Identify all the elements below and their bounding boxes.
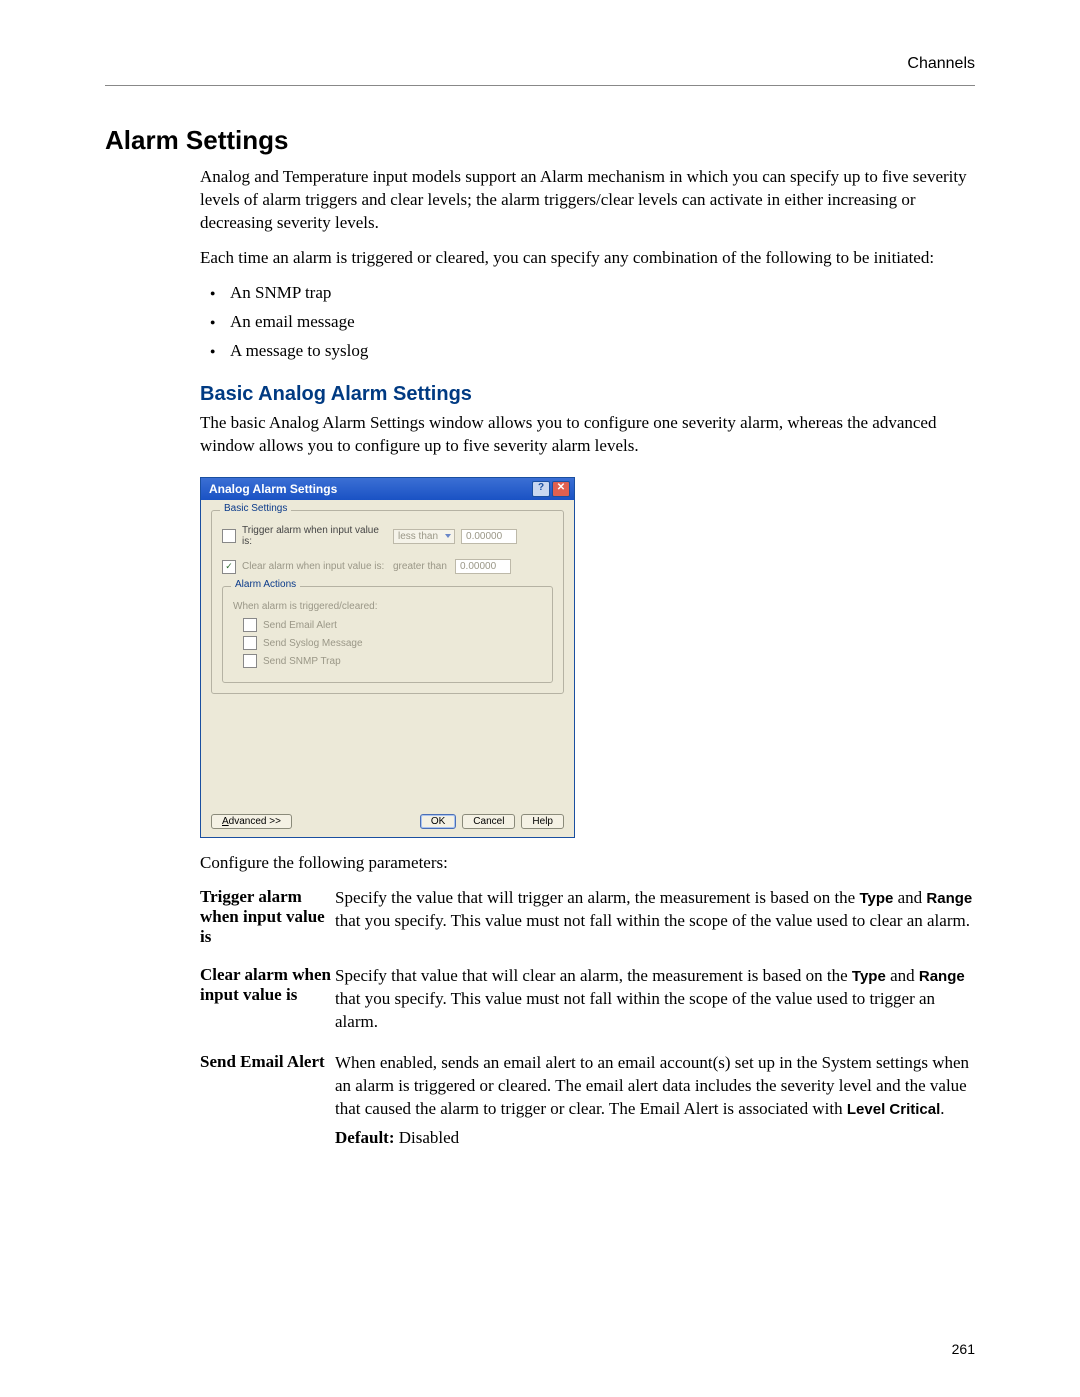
intro-paragraph-2: Each time an alarm is triggered or clear… <box>200 247 975 270</box>
dialog-title: Analog Alarm Settings <box>209 482 337 496</box>
trigger-alarm-label: Trigger alarm when input value is: <box>242 525 387 547</box>
param-row-trigger: Trigger alarm when input value is Specif… <box>200 887 975 947</box>
subsection-title: Basic Analog Alarm Settings <box>200 383 975 406</box>
send-email-checkbox[interactable] <box>243 618 257 632</box>
bullet-item: An SNMP trap <box>200 282 975 305</box>
bullet-item: An email message <box>200 311 975 334</box>
send-syslog-checkbox[interactable] <box>243 636 257 650</box>
trigger-operator-select[interactable]: less than <box>393 529 455 544</box>
alarm-actions-hint: When alarm is triggered/cleared: <box>233 601 542 612</box>
configure-prompt: Configure the following parameters: <box>200 852 975 875</box>
header-section: Channels <box>907 55 975 73</box>
alarm-actions-group: Alarm Actions When alarm is triggered/cl… <box>222 586 553 683</box>
param-name: Clear alarm when input value is <box>200 965 335 1034</box>
param-desc: When enabled, sends an email alert to an… <box>335 1052 975 1150</box>
help-icon[interactable]: ? <box>532 481 550 497</box>
dialog-titlebar[interactable]: Analog Alarm Settings ? ✕ <box>201 478 574 500</box>
ok-button[interactable]: OK <box>420 814 456 829</box>
alarm-settings-dialog: Analog Alarm Settings ? ✕ Basic Settings… <box>200 477 575 838</box>
subsection-intro: The basic Analog Alarm Settings window a… <box>200 412 975 458</box>
header-rule <box>105 85 975 86</box>
advanced-button[interactable]: AAdvanced >>dvanced >> <box>211 814 292 829</box>
send-email-label: Send Email Alert <box>263 620 337 631</box>
clear-alarm-checkbox[interactable] <box>222 560 236 574</box>
trigger-alarm-checkbox[interactable] <box>222 529 236 543</box>
close-icon[interactable]: ✕ <box>552 481 570 497</box>
bullet-item: A message to syslog <box>200 340 975 363</box>
page-number: 261 <box>952 1341 975 1357</box>
help-button[interactable]: Help <box>521 814 564 829</box>
clear-operator-label: greater than <box>393 561 449 572</box>
trigger-value-input[interactable]: 0.00000 <box>461 529 517 544</box>
param-row-email: Send Email Alert When enabled, sends an … <box>200 1052 975 1150</box>
basic-settings-group: Basic Settings Trigger alarm when input … <box>211 510 564 694</box>
param-desc: Specify the value that will trigger an a… <box>335 887 975 947</box>
intro-bullets: An SNMP trap An email message A message … <box>200 282 975 363</box>
send-syslog-label: Send Syslog Message <box>263 638 363 649</box>
clear-alarm-label: Clear alarm when input value is: <box>242 561 387 572</box>
parameter-table: Trigger alarm when input value is Specif… <box>200 887 975 1150</box>
send-snmp-label: Send SNMP Trap <box>263 656 341 667</box>
clear-value-input[interactable]: 0.00000 <box>455 559 511 574</box>
page-title: Alarm Settings <box>105 125 975 156</box>
cancel-button[interactable]: Cancel <box>462 814 515 829</box>
intro-paragraph-1: Analog and Temperature input models supp… <box>200 166 975 235</box>
param-name: Send Email Alert <box>200 1052 335 1150</box>
param-name: Trigger alarm when input value is <box>200 887 335 947</box>
param-desc: Specify that value that will clear an al… <box>335 965 975 1034</box>
basic-settings-legend: Basic Settings <box>220 503 291 514</box>
alarm-actions-legend: Alarm Actions <box>231 579 300 590</box>
param-row-clear: Clear alarm when input value is Specify … <box>200 965 975 1034</box>
send-snmp-checkbox[interactable] <box>243 654 257 668</box>
